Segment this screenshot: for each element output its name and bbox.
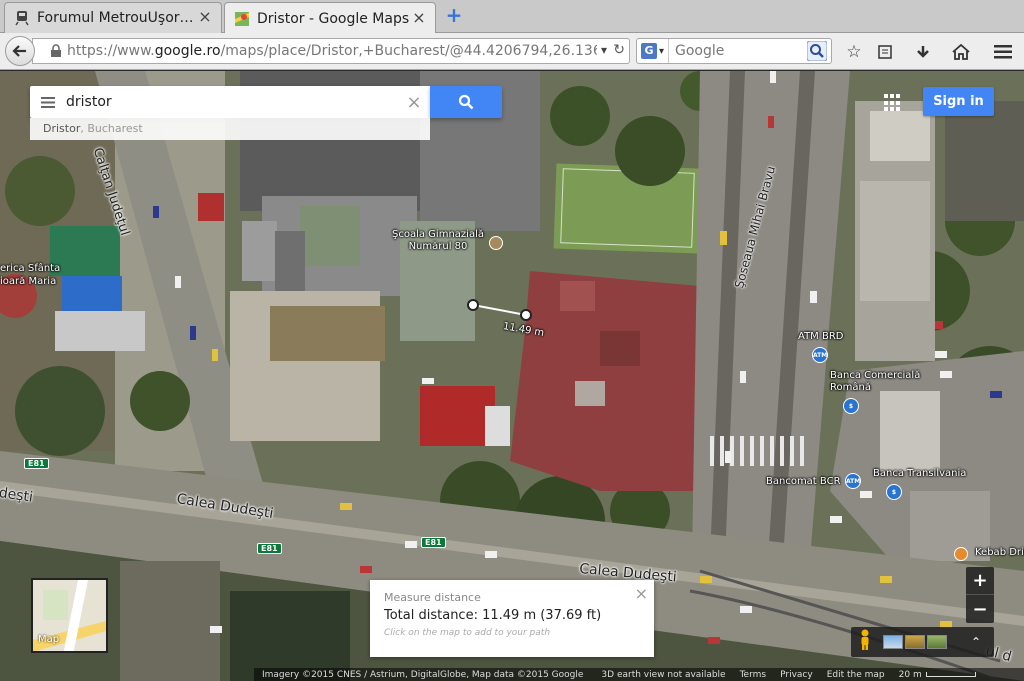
school-icon[interactable]	[489, 236, 503, 250]
photo-thumbnail[interactable]	[883, 635, 903, 649]
search-box: dristor ×	[30, 86, 430, 118]
measure-hint: Click on the map to add to your path	[384, 628, 551, 638]
scale-bar[interactable]: 20 m	[899, 670, 922, 680]
road-shield-e81: E81	[257, 543, 282, 554]
sign-in-button[interactable]: Sign in	[923, 87, 994, 116]
chevron-up-icon[interactable]: ⌃	[971, 635, 981, 649]
download-icon[interactable]	[912, 41, 934, 63]
train-icon	[13, 9, 31, 27]
road-shield-e81: E81	[421, 537, 446, 548]
close-icon[interactable]: ×	[398, 86, 430, 118]
chevron-down-icon: ▾	[658, 45, 665, 57]
lock-icon	[51, 44, 61, 57]
scale-line	[925, 672, 976, 677]
terms-link[interactable]: Terms	[740, 670, 767, 680]
search-suggestion[interactable]: Dristor, Bucharest	[30, 118, 430, 140]
back-button[interactable]	[5, 36, 35, 66]
url-bar[interactable]: https://www.google.ro/maps/place/Dristor…	[32, 38, 630, 64]
search-engine-selector[interactable]: G ▾	[637, 39, 669, 63]
poi-school[interactable]: Şcoala Gimnazială Numărul 80	[392, 229, 484, 253]
arrow-left-icon	[12, 45, 26, 57]
atm-icon[interactable]: ATM	[812, 347, 828, 363]
photo-thumbnail[interactable]	[927, 635, 947, 649]
zoom-out-button[interactable]: −	[966, 595, 994, 623]
poi-banca-comerciala[interactable]: Banca Comercială Română	[830, 370, 920, 394]
search-placeholder: Google	[675, 43, 725, 59]
map-canvas[interactable]: Calţan Judeţul Calea Dudeşti deşti Calea…	[0, 71, 1024, 681]
measure-total: Total distance: 11.49 m (37.69 ft)	[384, 608, 602, 623]
atm-icon[interactable]: ATM	[845, 473, 861, 489]
restaurant-icon[interactable]	[954, 547, 968, 561]
menu-icon[interactable]	[992, 41, 1014, 63]
star-icon[interactable]: ☆	[843, 41, 865, 63]
search-icon	[458, 94, 474, 110]
search-bar[interactable]: G ▾ Google	[636, 38, 832, 64]
map-view-toggle[interactable]: Map	[31, 578, 108, 653]
tab-google-maps[interactable]: Dristor - Google Maps ×	[224, 2, 436, 34]
bank-icon[interactable]: $	[843, 398, 859, 414]
measure-title: Measure distance	[384, 591, 481, 604]
minimap-label: Map	[38, 634, 60, 645]
new-tab-button[interactable]: +	[444, 5, 464, 26]
home-icon[interactable]	[950, 41, 972, 63]
reload-icon[interactable]: ↻	[613, 42, 625, 58]
poi-banca-transilvania[interactable]: Banca Transilvania	[873, 468, 966, 479]
pegman-icon[interactable]	[859, 629, 871, 655]
reading-list-icon[interactable]	[874, 41, 896, 63]
imagery-attribution: Imagery ©2015 CNES / Astrium, DigitalGlo…	[262, 669, 584, 680]
google-maps-icon	[233, 10, 251, 28]
bank-icon[interactable]: $	[886, 484, 902, 500]
poi-kebab[interactable]: Kebab Dris	[975, 547, 1024, 558]
close-icon[interactable]: ×	[197, 9, 213, 26]
tab-forum[interactable]: Forumul MetrouUşor… ×	[4, 2, 222, 33]
edit-map-link[interactable]: Edit the map	[827, 670, 885, 680]
tab-title: Forumul MetrouUşor…	[37, 10, 194, 26]
search-icon[interactable]	[807, 41, 827, 61]
poi-church[interactable]: erica Sfânta ioară Maria	[0, 262, 60, 288]
search-button[interactable]	[430, 86, 502, 118]
tab-title: Dristor - Google Maps	[257, 10, 410, 27]
search-input[interactable]: dristor	[66, 94, 398, 110]
earth-view-notice: 3D earth view not available	[601, 669, 726, 680]
privacy-link[interactable]: Privacy	[780, 670, 813, 680]
zoom-in-button[interactable]: +	[966, 567, 994, 595]
navigation-bar: https://www.google.ro/maps/place/Dristor…	[0, 33, 1024, 70]
apps-grid-icon[interactable]	[884, 94, 902, 112]
road-shield-e81: E81	[24, 458, 49, 469]
menu-icon[interactable]	[30, 86, 66, 118]
browser-window: Forumul MetrouUşor… × Dristor - Google M…	[0, 0, 1024, 681]
url-text: https://www.google.ro/maps/place/Dristor…	[67, 43, 597, 59]
zoom-control: + −	[966, 567, 994, 623]
close-icon[interactable]: ×	[635, 584, 648, 603]
tab-strip: Forumul MetrouUşor… × Dristor - Google M…	[0, 0, 1024, 34]
photo-thumbnail[interactable]	[905, 635, 925, 649]
close-icon[interactable]: ×	[411, 9, 427, 27]
poi-atm-brd[interactable]: ATM BRD	[798, 331, 844, 342]
street-view-bar: ⌃	[851, 627, 994, 657]
poi-bancomat-bcr[interactable]: Bancomat BCR	[766, 476, 841, 487]
measure-distance-panel: Measure distance Total distance: 11.49 m…	[370, 580, 654, 657]
map-footer: Imagery ©2015 CNES / Astrium, DigitalGlo…	[254, 668, 1024, 681]
google-icon: G	[640, 43, 657, 59]
chevron-down-icon[interactable]: ▾	[601, 43, 607, 57]
